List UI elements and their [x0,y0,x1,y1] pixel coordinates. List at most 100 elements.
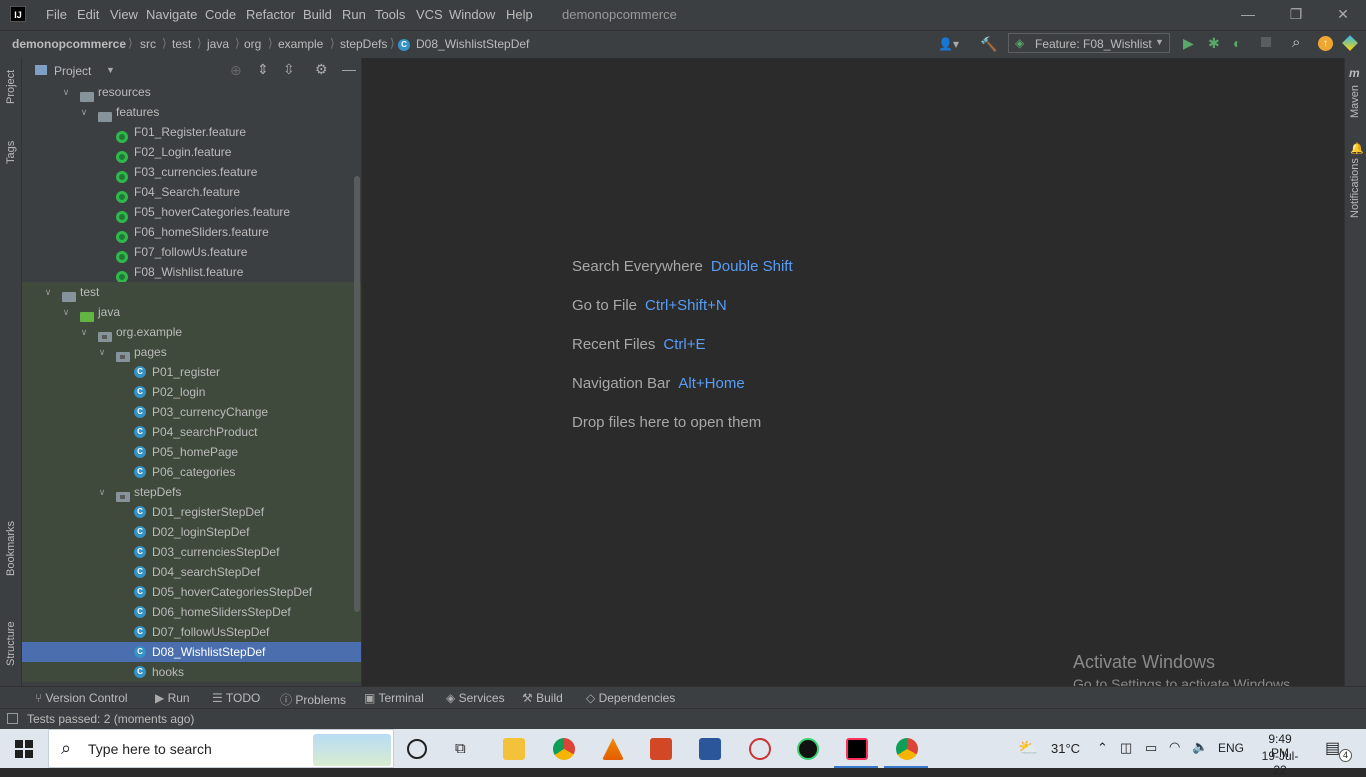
tree-item[interactable]: ∨ stepDefs [22,482,361,502]
tree-item[interactable]: C D06_homeSlidersStepDef [22,602,361,622]
project-tool-tab[interactable]: Project [5,70,17,104]
chevron-down-icon[interactable]: ∨ [78,102,90,122]
intellij-taskbar-icon[interactable] [846,738,868,760]
tree-item[interactable]: F02_Login.feature [22,142,361,163]
tree-item[interactable]: ∨ resources [22,82,361,102]
tool-tab-run[interactable]: ▶ Run [155,691,190,705]
chevron-up-icon[interactable]: ⌃ [1097,740,1108,756]
editor-empty-state[interactable]: Search Everywhere Double Shift Go to File C… [362,58,1344,686]
tree-item[interactable]: C P02_login [22,382,361,402]
tool-tab-problems[interactable]: ⓘ Problems [280,691,346,708]
maven-tool-tab[interactable]: Maven [1349,85,1361,118]
task-view-icon[interactable]: ⧉ [455,740,466,757]
tree-item[interactable]: F05_hoverCategories.feature [22,202,361,223]
menu-code[interactable]: Code [205,7,236,22]
cortana-icon[interactable] [407,739,427,759]
intellij-logo-icon[interactable]: IJ [10,6,26,22]
tree-item[interactable]: F03_currencies.feature [22,162,361,183]
breadcrumb-item[interactable]: org [244,37,261,51]
tree-item[interactable]: F07_followUs.feature [22,242,361,263]
restore-icon[interactable]: ❐ [1286,4,1306,24]
status-toggle-icon[interactable] [7,713,18,724]
gear-icon[interactable]: ⚙ [315,61,328,78]
build-hammer-icon[interactable]: 🔨 [980,36,997,53]
hide-panel-icon[interactable]: — [342,61,356,77]
word-icon[interactable] [699,738,721,760]
close-icon[interactable]: ✕ [1333,4,1353,24]
run-icon[interactable]: ▶ [1183,35,1194,52]
snipping-tool-icon[interactable] [749,738,771,760]
chevron-down-icon[interactable]: ∨ [78,322,90,342]
tree-item[interactable]: ∨ features [22,102,361,122]
tags-tool-tab[interactable]: Tags [5,141,17,164]
wifi-icon[interactable]: ◠ [1169,739,1180,755]
chevron-down-icon[interactable]: ∨ [60,82,72,102]
tree-item[interactable]: C D04_searchStepDef [22,562,361,582]
chevron-down-icon[interactable]: ∨ [42,282,54,302]
breadcrumb-item[interactable]: D08_WishlistStepDef [416,37,529,51]
tool-tab-build[interactable]: ⚒ Build [522,691,563,705]
tree-item[interactable]: C D07_followUsStepDef [22,622,361,642]
chevron-down-icon[interactable]: ▼ [106,65,115,75]
menu-file[interactable]: File [46,7,67,22]
chevron-down-icon[interactable]: ∨ [96,342,108,362]
chevron-down-icon[interactable]: ∨ [60,302,72,322]
bookmarks-tool-tab[interactable]: Bookmarks [5,521,17,576]
windows-start-icon[interactable] [15,740,33,758]
action-center-icon[interactable]: ▤ [1325,738,1340,758]
update-icon[interactable]: ↑ [1318,36,1333,51]
tree-item[interactable]: ∨ org.example [22,322,361,342]
minimize-icon[interactable]: — [1238,4,1258,24]
language-indicator[interactable]: ENG [1218,741,1244,755]
breadcrumb-item[interactable]: src [140,37,156,51]
notifications-tool-tab[interactable]: Notifications [1349,158,1361,218]
expand-all-icon[interactable]: ⇕ [257,61,269,78]
locate-icon[interactable]: ⊕ [230,62,242,79]
tree-item[interactable]: ∨ pages [22,342,361,362]
tree-item[interactable]: F01_Register.feature [22,122,361,143]
tree-item[interactable]: C P06_categories [22,462,361,482]
menu-run[interactable]: Run [342,7,366,22]
tree-item[interactable]: F06_homeSliders.feature [22,222,361,243]
menu-build[interactable]: Build [303,7,332,22]
tree-item[interactable]: C D05_hoverCategoriesStepDef [22,582,361,602]
tool-tab-dependencies[interactable]: ◇ Dependencies [586,691,675,705]
tree-item[interactable]: C P05_homePage [22,442,361,462]
weather-icon[interactable]: ⛅ [1018,738,1038,758]
breadcrumb-item[interactable]: test [172,37,191,51]
menu-navigate[interactable]: Navigate [146,7,197,22]
menu-view[interactable]: View [110,7,138,22]
chevron-down-icon[interactable]: ∨ [96,482,108,502]
temperature[interactable]: 31°C [1051,741,1080,756]
tool-tab-services[interactable]: ◈ Services [446,691,505,705]
run-configuration-dropdown[interactable]: ◈ Feature: F08_Wishlist ▼ [1008,33,1170,53]
tree-item[interactable]: F04_Search.feature [22,182,361,203]
tree-item[interactable]: ∨ java [22,302,361,322]
debug-icon[interactable]: ✱ [1208,35,1220,52]
user-icon[interactable]: 👤▾ [938,37,959,51]
tree-item[interactable]: ∨ test [22,282,361,302]
status-message[interactable]: Tests passed: 2 (moments ago) [27,712,194,726]
tree-item[interactable]: C D01_registerStepDef [22,502,361,522]
volume-icon[interactable]: 🔈 [1192,739,1208,755]
menu-tools[interactable]: Tools [375,7,405,22]
tool-tab-version-control[interactable]: ⑂ Version Control [35,691,128,705]
tree-item[interactable]: C P03_currencyChange [22,402,361,422]
menu-help[interactable]: Help [506,7,533,22]
tree-item[interactable]: Chooks [22,662,361,682]
breadcrumb-item[interactable]: java [207,37,229,51]
structure-tool-tab[interactable]: Structure [5,621,17,666]
screen-recorder-icon[interactable] [797,738,819,760]
breadcrumb-item[interactable]: example [278,37,323,51]
meet-now-icon[interactable]: ◫ [1120,740,1132,756]
chrome-icon[interactable] [553,738,575,760]
tree-item[interactable]: C P01_register [22,362,361,382]
menu-vcs[interactable]: VCS [416,7,443,22]
tree-item[interactable]: C D03_currenciesStepDef [22,542,361,562]
project-panel-title[interactable]: Project [54,64,91,78]
taskbar-search-input[interactable]: ⌕ Type here to search [48,729,394,768]
menu-window[interactable]: Window [449,7,495,22]
file-explorer-icon[interactable] [503,738,525,760]
tree-item[interactable]: C D02_loginStepDef [22,522,361,542]
search-icon[interactable]: ⌕ [1292,34,1300,51]
